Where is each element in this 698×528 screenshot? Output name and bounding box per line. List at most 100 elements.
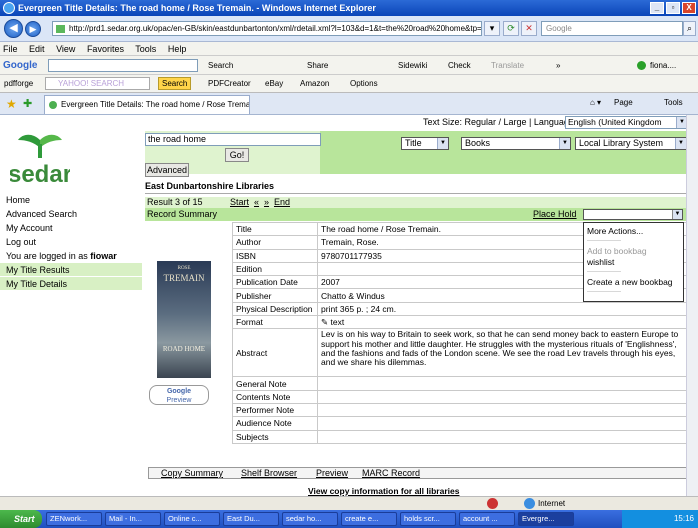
- menu-view[interactable]: View: [56, 44, 75, 54]
- options-button[interactable]: Options: [350, 75, 378, 92]
- place-hold-link[interactable]: Place Hold: [533, 208, 577, 221]
- menu-tools[interactable]: Tools: [135, 44, 156, 54]
- status-bar: Internet: [0, 496, 698, 510]
- vertical-scrollbar[interactable]: [686, 115, 698, 496]
- record-summary-label: Record Summary: [147, 209, 218, 219]
- record-row: General Note: [232, 376, 688, 391]
- tab-copy-summary[interactable]: Copy Summary: [161, 468, 223, 479]
- sidebar-item-home[interactable]: Home: [0, 193, 142, 207]
- stop-icon[interactable]: ✕: [521, 21, 537, 36]
- popup-blocked-icon[interactable]: [487, 498, 498, 509]
- language-select[interactable]: English (United Kingdom ▼: [565, 116, 688, 129]
- sidebar-item-my-title-details[interactable]: My Title Details: [0, 277, 142, 291]
- sidebar-item-my-account[interactable]: My Account: [0, 221, 142, 235]
- record-field-value: ✎ text: [317, 315, 688, 330]
- sedar-logo: sedar: [10, 134, 70, 188]
- record-row: Physical Description print 365 p. ; 24 cm…: [232, 301, 688, 317]
- search-type-select[interactable]: Title ▼: [401, 137, 449, 150]
- view-copy-link[interactable]: View copy information for all libraries: [308, 486, 459, 496]
- minimize-button[interactable]: _: [650, 2, 664, 14]
- menu-help[interactable]: Help: [168, 44, 187, 54]
- yahoo-search-input[interactable]: YAHOO! SEARCH: [45, 77, 150, 90]
- more-actions-select[interactable]: ▼: [583, 209, 683, 220]
- ie-icon: [3, 2, 15, 14]
- task-east-du[interactable]: East Du...: [223, 512, 279, 526]
- task-account[interactable]: account ...: [459, 512, 515, 526]
- record-field-label: Format: [232, 315, 318, 330]
- menu-edit[interactable]: Edit: [29, 44, 45, 54]
- more-button[interactable]: »: [556, 56, 560, 74]
- dropdown-create-bookbag[interactable]: Create a new bookbag: [587, 277, 673, 287]
- task-holds-scr[interactable]: holds scr...: [400, 512, 456, 526]
- start-button[interactable]: Start: [0, 510, 42, 528]
- menu-favorites[interactable]: Favorites: [87, 44, 124, 54]
- task-sedar-ho[interactable]: sedar ho...: [282, 512, 338, 526]
- sidebar-item-advanced-search[interactable]: Advanced Search: [0, 207, 142, 221]
- add-favorites-icon[interactable]: ✚: [23, 97, 32, 110]
- task-create-e[interactable]: create e...: [341, 512, 397, 526]
- go-button[interactable]: Go!: [225, 148, 249, 162]
- browser-search-input[interactable]: Google: [541, 21, 683, 36]
- google-preview-button[interactable]: Google Preview: [149, 385, 209, 405]
- task-zenworks[interactable]: ZENwork...: [46, 512, 102, 526]
- record-field-label: General Note: [232, 376, 318, 391]
- prev-link[interactable]: «: [254, 197, 259, 208]
- library-select[interactable]: Local Library System ▼: [575, 137, 687, 150]
- next-link[interactable]: »: [264, 197, 269, 208]
- google-logo: Google: [3, 60, 38, 71]
- address-input[interactable]: http://prd1.sedar.org.uk/opac/en-GB/skin…: [52, 21, 482, 36]
- menu-file[interactable]: File: [3, 44, 18, 54]
- sidewiki-button[interactable]: Sidewiki: [398, 56, 427, 74]
- close-button[interactable]: X: [682, 2, 696, 14]
- forward-button[interactable]: ▶: [25, 21, 41, 37]
- refresh-icon[interactable]: ⟳: [503, 21, 519, 36]
- advanced-button[interactable]: Advanced: [145, 163, 189, 177]
- translate-button[interactable]: Translate: [491, 56, 524, 74]
- book-cover[interactable]: ROSE TREMAIN ROAD HOME: [157, 261, 211, 378]
- google-search-button[interactable]: Search: [208, 56, 233, 74]
- home-icon[interactable]: ⌂ ▾: [590, 98, 601, 107]
- tab-marc-record[interactable]: MARC Record: [362, 468, 420, 479]
- amazon-button[interactable]: Amazon: [300, 75, 329, 92]
- dropdown-wishlist[interactable]: wishlist: [587, 257, 614, 267]
- username: fiowar: [90, 251, 117, 261]
- record-field-label: Contents Note: [232, 389, 318, 404]
- dropdown-more-actions[interactable]: More Actions...: [587, 226, 643, 236]
- record-field-label: Edition: [232, 261, 318, 277]
- tab-preview[interactable]: Preview: [316, 468, 348, 479]
- dropdown-separator: -----------------: [587, 238, 621, 244]
- end-link[interactable]: End: [274, 197, 290, 208]
- task-online[interactable]: Online c...: [164, 512, 220, 526]
- ebay-button[interactable]: eBay: [265, 75, 283, 92]
- sidebar-item-log-out[interactable]: Log out: [0, 235, 142, 249]
- library-name: East Dunbartonshire Libraries: [145, 181, 275, 191]
- yahoo-search-button[interactable]: Search: [158, 77, 192, 90]
- record-field-label: Abstract: [232, 328, 318, 378]
- tab-shelf-browser[interactable]: Shelf Browser: [241, 468, 297, 479]
- search-icon[interactable]: ⌕: [683, 21, 696, 36]
- search-input[interactable]: the road home: [145, 133, 321, 146]
- address-toolbar: ◀ ▶ http://prd1.sedar.org.uk/opac/en-GB/…: [0, 16, 698, 42]
- task-evergreen[interactable]: Evergre...: [518, 512, 574, 526]
- address-dropdown-button[interactable]: ▾: [484, 21, 500, 36]
- check-button[interactable]: Check: [448, 56, 471, 74]
- task-mail[interactable]: Mail - In...: [105, 512, 161, 526]
- format-select[interactable]: Books ▼: [461, 137, 571, 150]
- page-menu[interactable]: Page: [614, 98, 633, 107]
- google-search-input[interactable]: [48, 59, 198, 72]
- tools-menu[interactable]: Tools: [664, 98, 683, 107]
- maximize-button[interactable]: ▫: [666, 2, 680, 14]
- browser-tab[interactable]: Evergreen Title Details: The road home /…: [44, 95, 250, 114]
- start-link[interactable]: Start: [230, 197, 249, 208]
- share-button[interactable]: Share: [307, 56, 328, 74]
- favorites-star-icon[interactable]: ★: [6, 97, 17, 111]
- window-titlebar: Evergreen Title Details: The road home /…: [0, 0, 698, 16]
- record-row: Performer Note: [232, 402, 688, 418]
- yahoo-toolbar: pdfforge YAHOO! SEARCH Search PDFCreator…: [0, 75, 698, 93]
- dropdown-separator: -----------------: [587, 269, 621, 275]
- record-field-value: [317, 429, 688, 444]
- google-user[interactable]: fiona....: [650, 56, 676, 74]
- pdfcreator-button[interactable]: PDFCreator: [208, 75, 251, 92]
- back-button[interactable]: ◀: [4, 19, 23, 38]
- sidebar-item-my-title-results[interactable]: My Title Results: [0, 263, 142, 277]
